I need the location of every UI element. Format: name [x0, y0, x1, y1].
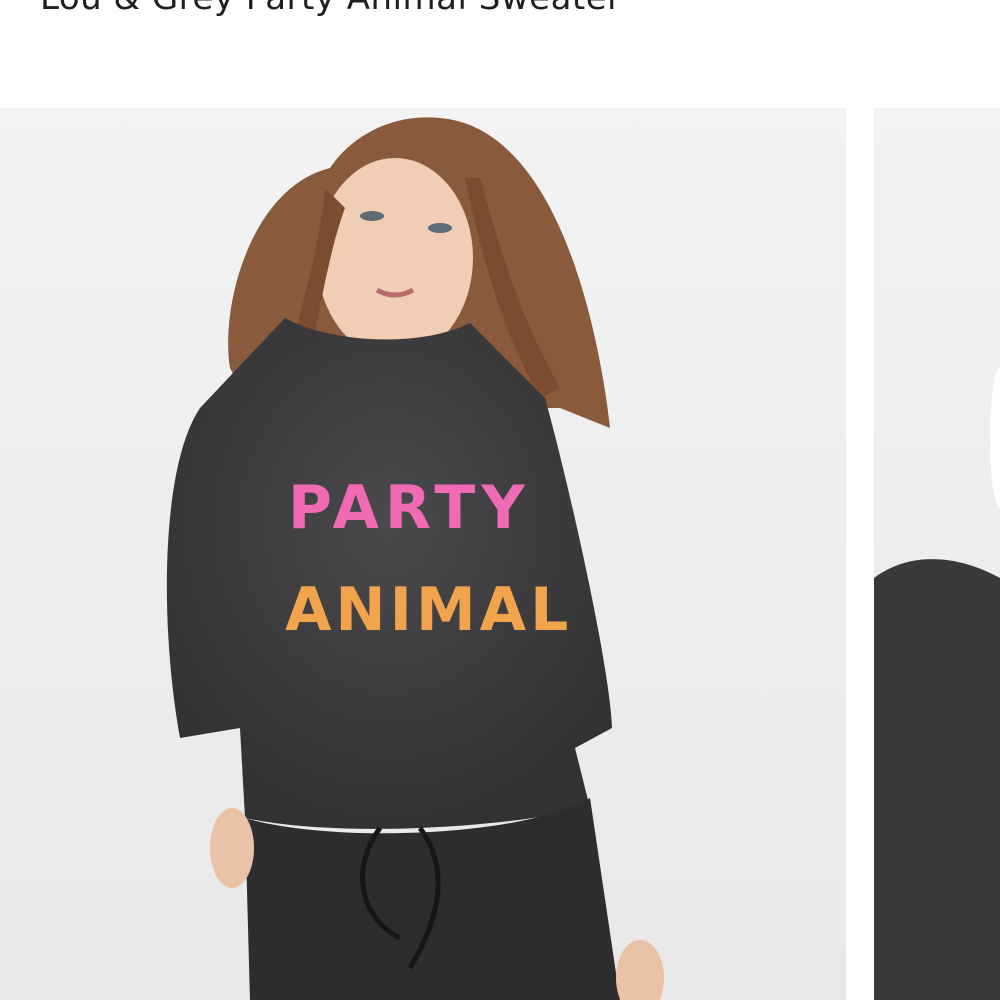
- next-product-image[interactable]: [874, 108, 1000, 1000]
- sweater-text-animal: ANIMAL: [285, 575, 572, 645]
- model-photo-alt: [874, 368, 1000, 1000]
- sweater-text-party: PARTY: [288, 473, 531, 543]
- model-photo: PARTY ANIMAL: [166, 117, 664, 1000]
- main-product-image[interactable]: PARTY ANIMAL: [0, 108, 846, 1000]
- image-gallery[interactable]: PARTY ANIMAL: [0, 108, 1000, 1000]
- product-title: Lou & Grey Party Animal Sweater: [40, 0, 622, 18]
